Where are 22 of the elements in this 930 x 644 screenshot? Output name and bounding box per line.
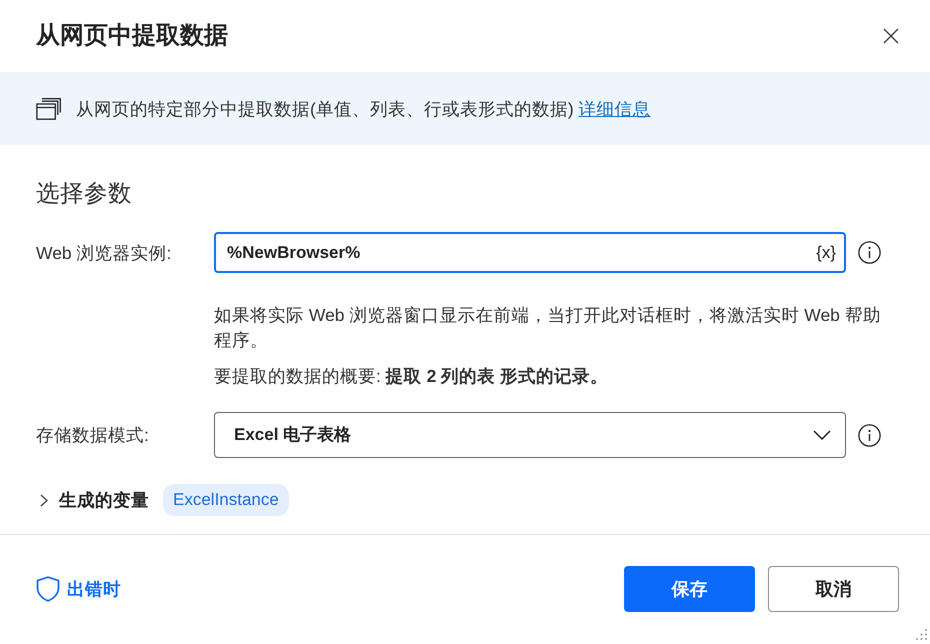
variables-toggle[interactable]: 生成的变量 (40, 488, 149, 512)
help-text: 要提取的数据的概要: 提取 2 列的表 形式的记录。 (214, 365, 610, 388)
section-title: 选择参数 (36, 179, 133, 208)
dropdown-field[interactable]: Excel 电子表格 (214, 412, 846, 458)
details-link[interactable]: 详细信息 (578, 98, 651, 118)
windows-icon (36, 97, 61, 120)
on-error-link[interactable]: 出错时 (36, 576, 121, 602)
resize-grip-icon[interactable] (915, 628, 928, 641)
help-text: 如果将实际 Web 浏览器窗口显示在前端，当打开此对话框时，将激活实时 Web 帮助程序。 (214, 304, 882, 352)
info-text: 从网页的特定部分中提取数据(单值、列表、行或表形式的数据) 详细信息 (76, 98, 651, 120)
info-icon[interactable] (858, 424, 881, 446)
cancel-button[interactable]: 取消 (768, 566, 899, 612)
shield-icon (36, 576, 60, 602)
save-button[interactable]: 保存 (624, 566, 755, 612)
variable-chip: ExcelInstance (163, 484, 289, 516)
info-icon[interactable] (858, 241, 881, 264)
field-label: 存储数据模式: (36, 424, 150, 447)
dialog-title: 从网页中提取数据 (36, 21, 228, 51)
variable-button[interactable]: {x} (814, 240, 838, 265)
chevron-down-icon (813, 430, 831, 440)
field-label: Web 浏览器实例: (36, 242, 172, 264)
close-icon (883, 28, 899, 44)
